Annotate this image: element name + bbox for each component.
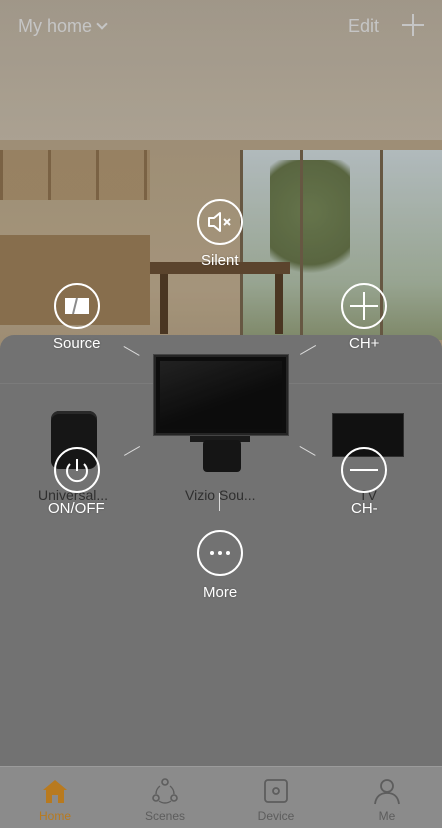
power-icon[interactable]	[54, 447, 100, 493]
nav-device-label: Device	[257, 809, 295, 823]
home-icon	[43, 780, 67, 803]
more-icon[interactable]	[197, 530, 243, 576]
nav-home-label: Home	[38, 809, 71, 823]
nav-me-label: Me	[378, 809, 396, 823]
nav-device[interactable]: Device	[232, 767, 320, 828]
ch-minus-label: CH-	[351, 500, 378, 517]
nav-scenes-label: Scenes	[144, 809, 186, 823]
source-icon[interactable]	[54, 283, 100, 329]
silent-label: Silent	[201, 252, 239, 269]
source-label: Source	[53, 335, 101, 352]
nav-home[interactable]: Home	[11, 767, 99, 828]
spoke-line	[219, 493, 220, 511]
nav-me[interactable]: Me	[343, 767, 431, 828]
scenes-icon	[152, 778, 178, 804]
on-off-label: ON/OFF	[48, 500, 105, 517]
plus-icon[interactable]	[341, 283, 387, 329]
more-label: More	[203, 584, 238, 601]
mute-icon[interactable]	[197, 199, 243, 245]
device-icon	[264, 779, 288, 803]
nav-scenes[interactable]: Scenes	[121, 767, 209, 828]
bottom-nav: Home Scenes Device Me	[0, 766, 442, 828]
minus-icon[interactable]	[341, 447, 387, 493]
modal-overlay[interactable]	[0, 0, 442, 828]
person-icon	[374, 779, 400, 805]
ch-plus-label: CH+	[349, 335, 380, 352]
